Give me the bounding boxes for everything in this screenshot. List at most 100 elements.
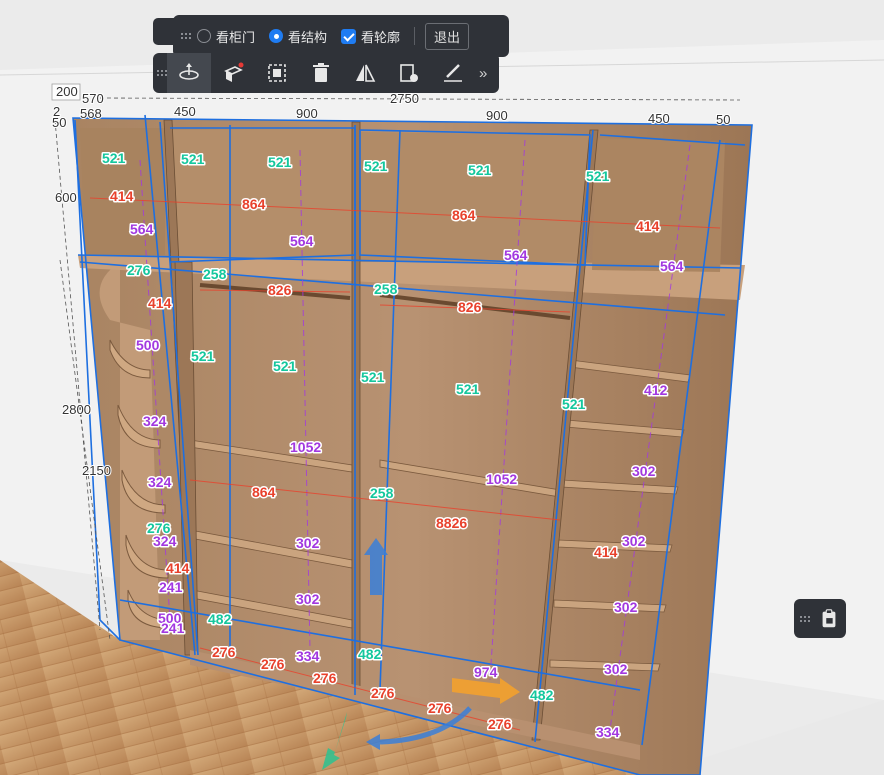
dim-overall-450b: 450 (648, 111, 670, 126)
view-outline-label: 看轮廓 (361, 29, 401, 45)
dim-red-label: 414 (166, 560, 190, 576)
dim-green-label: 521 (468, 162, 492, 178)
view-outline-option[interactable]: 看轮廓 (341, 27, 400, 46)
dim-green-label: 521 (268, 154, 292, 170)
dim-purple-label: 974 (474, 664, 498, 680)
dim-purple-label: 500 (136, 337, 160, 353)
measure-icon (444, 64, 462, 82)
dim-green-label: 521 (456, 381, 480, 397)
dim-red-label: 414 (636, 218, 660, 234)
exit-button[interactable]: 退出 (425, 22, 470, 50)
dim-purple-label: 334 (596, 724, 620, 740)
dim-purple-label: 564 (660, 258, 684, 274)
dim-green-label: 258 (370, 485, 394, 501)
dim-green-label: 521 (562, 396, 586, 412)
view-mode-toolbar: 看柜门 看结构 看轮廓 退出 (173, 15, 509, 57)
dim-green-label: 482 (358, 646, 382, 662)
dim-purple-label: 564 (130, 221, 154, 237)
dim-purple-label: 302 (604, 661, 628, 677)
dim-overall-568: 568 (80, 106, 102, 121)
dim-purple-label: 324 (143, 413, 167, 429)
checkbox-checked-icon[interactable] (341, 28, 357, 44)
dim-overall-50b: 50 (52, 115, 66, 130)
dim-green-label: 521 (273, 358, 297, 374)
dim-red-label: 864 (242, 196, 266, 212)
dim-overall-900b: 900 (486, 108, 508, 123)
dim-purple-label: 241 (159, 579, 183, 595)
cabinet-settings-icon (400, 64, 418, 82)
dim-red-label: 826 (458, 299, 482, 315)
dim-purple-label: 1052 (290, 439, 321, 455)
dim-green-label: 521 (361, 369, 385, 385)
dim-red-label: 864 (452, 207, 476, 223)
dim-red-label: 414 (148, 295, 172, 311)
dim-purple-label: 302 (614, 599, 638, 615)
dim-green-label: 258 (203, 266, 227, 282)
dim-green-label: 482 (530, 687, 554, 703)
dim-overall-50a: 50 (716, 112, 730, 127)
dim-overall-450a: 450 (174, 104, 196, 119)
delete-button[interactable] (299, 53, 343, 93)
more-tools-button[interactable]: » (479, 65, 487, 82)
wardrobe-3d-viewport[interactable]: 200 570 568 450 900 2750 900 450 50 2 50… (0, 0, 884, 775)
clipboard-icon (822, 608, 836, 627)
dim-purple-label: 324 (153, 533, 177, 549)
dim-green-label: 258 (374, 281, 398, 297)
dim-overall-2800: 2800 (62, 402, 91, 417)
dim-green-label: 276 (127, 262, 151, 278)
dim-red-label: 276 (313, 670, 337, 686)
dim-red-label: 276 (212, 644, 236, 660)
drag-handle-icon[interactable] (800, 611, 810, 627)
dim-red-label: 414 (110, 188, 134, 204)
dim-red-label: 276 (488, 716, 512, 732)
cabinet-edit-button[interactable] (211, 53, 255, 93)
dim-purple-label: 412 (644, 382, 668, 398)
dim-red-label: 826 (268, 282, 292, 298)
radio-selected-icon[interactable] (269, 29, 284, 43)
view-structure-label: 看结构 (288, 29, 328, 45)
dim-red-label: 864 (252, 484, 276, 500)
dim-purple-label: 1052 (486, 471, 517, 487)
dim-green-label: 521 (364, 158, 388, 174)
dim-purple-label: 564 (504, 247, 528, 263)
dim-purple-label: 564 (290, 233, 314, 249)
drag-handle-icon[interactable] (157, 65, 167, 81)
dim-red-label: 8826 (436, 515, 467, 531)
dim-overall-200-box: 200 (56, 84, 78, 99)
dim-purple-label: 324 (148, 474, 172, 490)
dim-red-label: 276 (371, 685, 395, 701)
dim-overall-2750: 2750 (390, 91, 419, 106)
dim-purple-label: 334 (296, 648, 320, 664)
dim-overall-900a: 900 (296, 106, 318, 121)
side-panel-button[interactable] (794, 599, 846, 638)
dim-purple-label: 302 (296, 535, 320, 551)
select-box-button[interactable] (255, 53, 299, 93)
edit-toolbar: » (153, 53, 499, 93)
dim-green-label: 482 (208, 611, 232, 627)
dim-red-label: 276 (261, 656, 285, 672)
view-structure-option[interactable]: 看结构 (269, 27, 327, 46)
dim-purple-label: 241 (161, 620, 185, 636)
dim-red-label: 414 (594, 544, 618, 560)
measure-button[interactable] (431, 53, 475, 93)
mirror-button[interactable] (343, 53, 387, 93)
dim-purple-label: 302 (622, 533, 646, 549)
cabinet-edit-icon (224, 62, 244, 82)
mirror-icon (356, 64, 376, 82)
dim-red-label: 276 (428, 700, 452, 716)
trash-icon (313, 63, 329, 82)
dim-overall-570: 570 (82, 91, 104, 106)
dim-purple-label: 302 (296, 591, 320, 607)
radio-unselected-icon[interactable] (197, 29, 211, 43)
drag-handle-icon[interactable] (181, 28, 191, 44)
dim-green-label: 521 (102, 150, 126, 166)
view-door-option[interactable]: 看柜门 (197, 27, 255, 46)
dim-overall-600: 600 (55, 190, 77, 205)
cabinet-settings-button[interactable] (387, 53, 431, 93)
toolbar-divider (414, 27, 416, 45)
dim-purple-label: 302 (632, 463, 656, 479)
dim-green-label: 521 (181, 151, 205, 167)
view-door-label: 看柜门 (216, 29, 256, 45)
rotate-view-button[interactable] (167, 53, 211, 93)
dim-overall-2150: 2150 (82, 463, 111, 478)
